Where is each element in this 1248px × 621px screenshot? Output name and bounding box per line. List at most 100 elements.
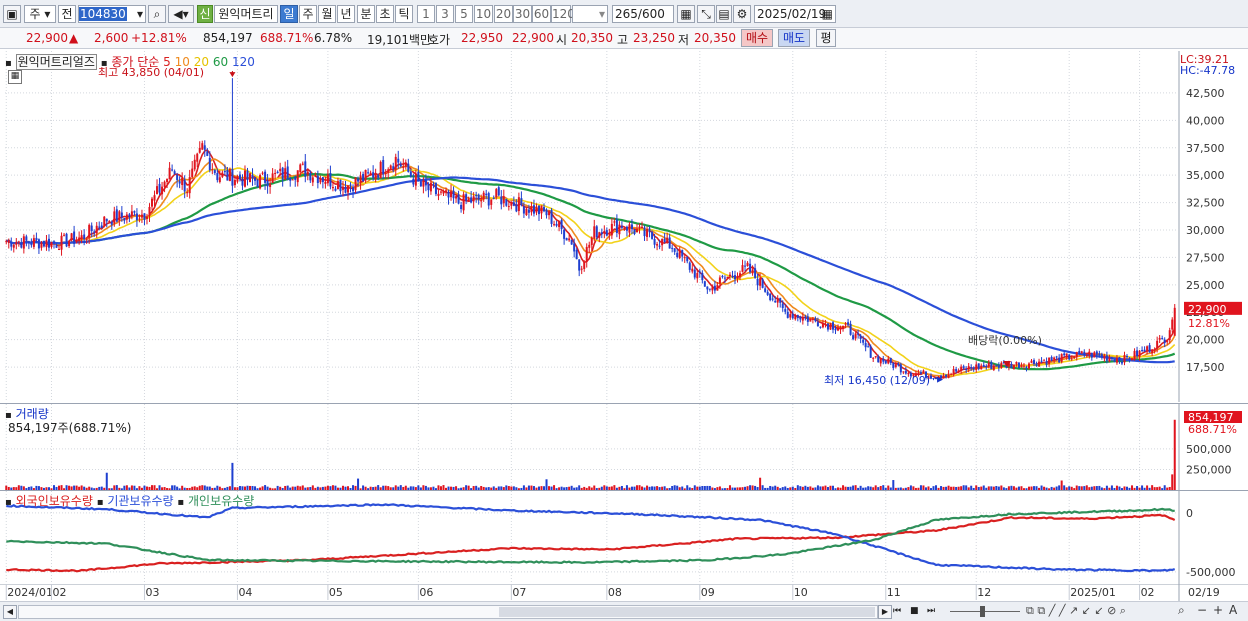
candle-body	[759, 278, 762, 286]
interval-3[interactable]: 3	[436, 5, 454, 23]
window-menu-icon[interactable]: ▣	[3, 5, 21, 23]
calendar-icon[interactable]: ▦	[822, 6, 833, 22]
y-tick-label: 32,500	[1186, 197, 1225, 210]
chevron-down-icon[interactable]: ▾	[599, 6, 605, 22]
candle-body	[776, 297, 779, 303]
price-chart[interactable]: 42,500 40,000 37,500 35,000 32,500 30,000 27,5…	[0, 51, 1248, 402]
candle-body	[397, 158, 400, 163]
candle	[457, 190, 460, 205]
x-tick-label: 06	[419, 586, 433, 599]
candle-body	[1045, 360, 1048, 365]
period-day[interactable]: 일	[280, 5, 298, 23]
candle-body	[590, 237, 593, 246]
interval-60[interactable]: 60	[532, 5, 551, 23]
zoom-slider[interactable]	[950, 611, 1020, 612]
period-year[interactable]: 년	[337, 5, 355, 23]
candle-body	[145, 216, 148, 219]
candle-body	[620, 226, 623, 228]
candle-body	[1025, 366, 1028, 368]
volume-chart[interactable]: 500,000250,000854,197688.71%	[0, 404, 1248, 490]
period-minute[interactable]: 분	[357, 5, 375, 23]
candle-body	[864, 342, 867, 348]
save-icon[interactable]: ▤	[716, 5, 732, 23]
candle	[708, 288, 711, 292]
candle	[618, 221, 621, 240]
scroll-left-icon[interactable]: ◀	[3, 605, 17, 619]
market-select[interactable]: 주 ▾	[24, 5, 56, 23]
drawing-tools[interactable]: ⧉ ⧉ ╱ ╱ ↗ ↙ ↙ ⊘ ⌕	[1026, 604, 1126, 618]
candle-body	[736, 277, 739, 279]
quote-bar: 22,900 ▲ 2,600 +12.81% 854,197 688.71% 6…	[0, 28, 1248, 49]
period-month[interactable]: 월	[318, 5, 336, 23]
interval-custom-select[interactable]: ▾	[572, 5, 608, 23]
date-input[interactable]: 2025/02/19 ▦	[754, 5, 836, 23]
collapse-icon[interactable]: ▪	[5, 497, 12, 508]
zoom-out-icon[interactable]: −	[1197, 603, 1207, 617]
horizontal-scrollbar[interactable]	[18, 605, 878, 619]
draw-tool-icon[interactable]: ⤡	[697, 5, 715, 23]
candle	[615, 214, 618, 238]
period-tick[interactable]: 틱	[395, 5, 413, 23]
interval-120[interactable]: 120	[551, 5, 575, 23]
rewind-icon[interactable]: ⏮	[893, 605, 907, 617]
zoom-slider-handle[interactable]	[980, 606, 985, 617]
candle-body	[537, 205, 540, 215]
candle-body	[40, 242, 43, 248]
forward-icon[interactable]: ⏭	[927, 605, 941, 617]
candle-body	[1138, 350, 1141, 357]
y-tick-label: 25,000	[1186, 279, 1225, 292]
speaker-icon[interactable]: ◀▾	[168, 5, 194, 23]
stop-icon[interactable]: ■	[910, 605, 924, 617]
candle-body	[945, 374, 948, 377]
candle-body	[545, 209, 548, 216]
candle-body	[809, 318, 812, 322]
stock-code-input[interactable]: 104830 ▾	[78, 5, 146, 23]
candle-body	[789, 314, 792, 318]
candle-body	[696, 273, 699, 279]
interval-20[interactable]: 20	[494, 5, 513, 23]
scrollbar-thumb[interactable]	[499, 607, 875, 617]
buy-button[interactable]: 매수	[741, 29, 773, 47]
candle-body	[560, 219, 563, 229]
candle-body	[281, 167, 284, 180]
indicator-icon[interactable]: ▦	[677, 5, 695, 23]
candle-body	[1053, 357, 1056, 360]
data-count-input[interactable]: 265/600	[612, 5, 674, 23]
candle	[892, 362, 895, 371]
interval-5[interactable]: 5	[455, 5, 473, 23]
zoom-search-icon[interactable]: ⌕	[1178, 603, 1185, 618]
individual-holding-line	[6, 507, 1175, 565]
sell-button[interactable]: 매도	[778, 29, 810, 47]
candle-body	[1168, 330, 1171, 341]
zoom-in-icon[interactable]: +	[1213, 603, 1223, 617]
candle	[1171, 317, 1174, 333]
period-week[interactable]: 주	[299, 5, 317, 23]
candle-body	[821, 323, 824, 328]
period-second[interactable]: 초	[376, 5, 394, 23]
candle	[63, 232, 66, 237]
candle	[553, 220, 556, 227]
candle	[502, 189, 505, 208]
interval-30[interactable]: 30	[513, 5, 532, 23]
interval-10[interactable]: 10	[474, 5, 493, 23]
last-volume-pct: 688.71%	[1188, 423, 1237, 436]
candle-body	[409, 171, 412, 177]
auto-scale-button[interactable]: A	[1229, 603, 1237, 617]
chevron-down-icon[interactable]: ▾	[137, 6, 143, 22]
collapse-icon[interactable]: ▪	[5, 58, 12, 69]
candle	[487, 191, 490, 210]
candle-body	[261, 172, 264, 174]
candle	[374, 168, 377, 183]
interval-1[interactable]: 1	[417, 5, 435, 23]
candle	[681, 249, 684, 262]
candle	[1173, 304, 1176, 336]
prev-button[interactable]: 전	[58, 5, 76, 23]
candle-body	[628, 224, 631, 233]
gear-icon[interactable]: ⚙	[733, 5, 751, 23]
candle-body	[153, 195, 156, 201]
scroll-right-icon[interactable]: ▶	[878, 605, 892, 619]
candle	[201, 140, 204, 151]
average-button[interactable]: 평	[816, 29, 836, 47]
search-icon[interactable]: ⌕	[148, 5, 166, 23]
grid-toggle-icon[interactable]: ▦	[8, 70, 22, 84]
